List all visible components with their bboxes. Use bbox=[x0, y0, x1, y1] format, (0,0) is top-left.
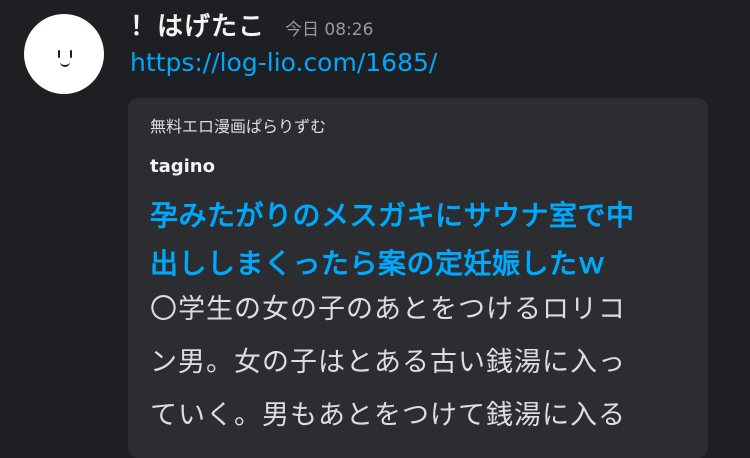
avatar-mouth bbox=[60, 59, 70, 67]
avatar-right-eye bbox=[70, 50, 72, 58]
embed-description: 〇学生の女の子のあとをつけるロリコ ン男。女の子はとある古い銭湯に入っ ていく。… bbox=[150, 294, 626, 431]
username[interactable]: ！はげたこ bbox=[130, 6, 265, 43]
link-embed: 無料エロ漫画ぱらりずむ tagino 孕みたがりのメスガキにサウナ室で中 出しし… bbox=[128, 98, 708, 458]
embed-title-link[interactable]: 孕みたがりのメスガキにサウナ室で中 出ししまくったら案の定妊娠したｗ bbox=[150, 192, 706, 288]
user-avatar[interactable] bbox=[24, 14, 104, 94]
avatar-left-eye bbox=[58, 50, 60, 58]
chat-message: ！はげたこ 今日 08:26 https://log-lio.com/1685/… bbox=[0, 0, 750, 458]
embed-author: tagino bbox=[150, 156, 215, 177]
message-header: ！はげたこ 今日 08:26 bbox=[130, 6, 373, 46]
message-link[interactable]: https://log-lio.com/1685/ bbox=[130, 48, 437, 77]
message-timestamp: 今日 08:26 bbox=[285, 20, 374, 40]
embed-provider: 無料エロ漫画ぱらりずむ bbox=[150, 117, 327, 136]
